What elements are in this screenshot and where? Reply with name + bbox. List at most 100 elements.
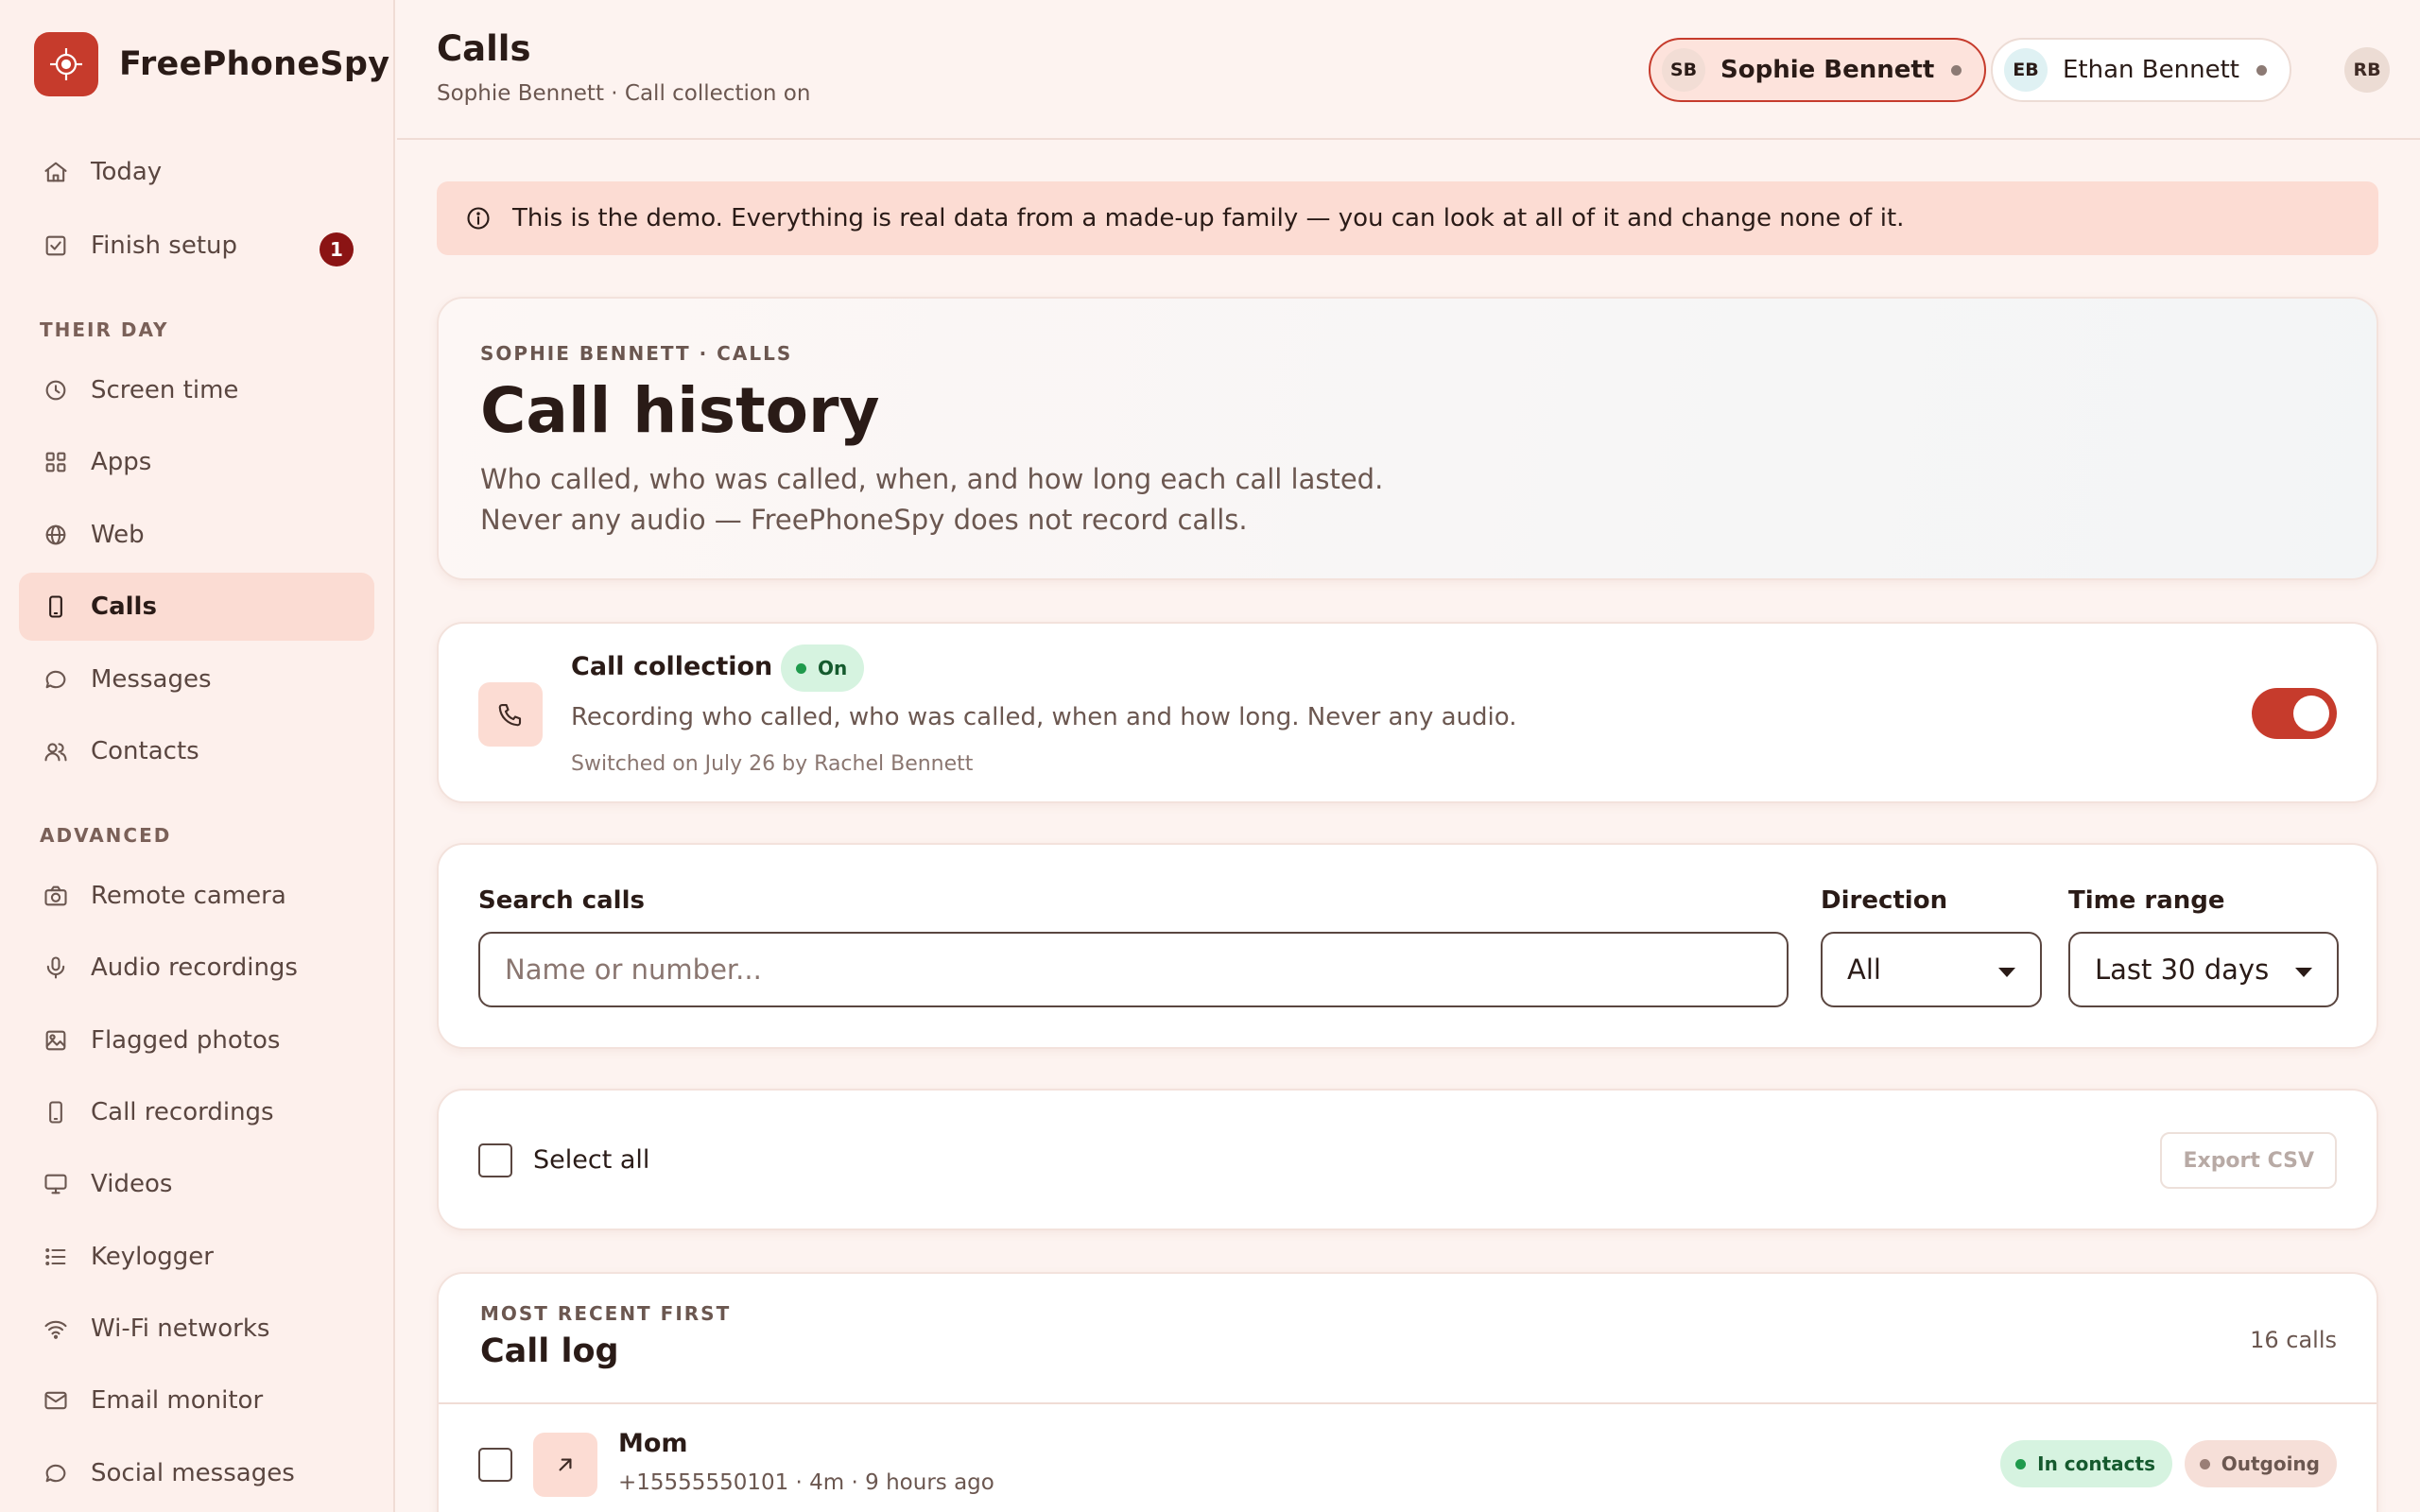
hero-description: Who called, who was called, when, and ho… (480, 463, 1384, 536)
status-dot (2015, 1458, 2027, 1469)
sidebar-item-label: Keylogger (91, 1243, 214, 1271)
sidebar-item-today[interactable]: Today (19, 138, 374, 206)
sidebar-item-messages[interactable]: Messages (19, 645, 374, 713)
filters-card: Search calls Direction All Time range La… (437, 843, 2378, 1049)
call-meta: +15555550101 · 4m · 9 hours ago (618, 1470, 994, 1495)
sidebar-item-label: Web (91, 521, 145, 549)
sidebar-item-wifi-networks[interactable]: Wi-Fi networks (19, 1295, 374, 1363)
sidebar-item-web[interactable]: Web (19, 501, 374, 569)
sidebar-item-keylogger[interactable]: Keylogger (19, 1223, 374, 1291)
time-range-value: Last 30 days (2095, 954, 2270, 986)
section-heading-their-day: THEIR DAY (40, 318, 169, 341)
sidebar-item-label: Today (91, 158, 163, 186)
chat-bubble-icon (42, 665, 70, 694)
status-badge: On (781, 644, 865, 692)
status-dot (2256, 64, 2267, 76)
call-collection-card: Call collection On Recording who called,… (437, 622, 2378, 803)
sidebar-item-label: Apps (91, 448, 152, 476)
page-title: Calls (437, 28, 531, 69)
selection-bar: Select all Export CSV (437, 1089, 2378, 1230)
collection-meta: Switched on July 26 by Rachel Bennett (571, 752, 974, 776)
person-name: Ethan Bennett (2063, 56, 2239, 84)
sidebar-item-screen-time[interactable]: Screen time (19, 356, 374, 424)
sidebar-item-label: Flagged photos (91, 1026, 281, 1055)
page-subtitle: Sophie Bennett · Call collection on (437, 81, 811, 106)
sidebar-item-label: Wi-Fi networks (91, 1314, 270, 1343)
person-switch-sophie[interactable]: SB Sophie Bennett (1649, 38, 1987, 102)
hero-card: SOPHIE BENNETT · CALLS Call history Who … (437, 297, 2378, 580)
sidebar-item-email-monitor[interactable]: Email monitor (19, 1366, 374, 1435)
avatar: SB (1662, 48, 1705, 92)
list-icon (42, 1243, 70, 1271)
direction-select[interactable]: All (1821, 932, 2042, 1007)
phone-icon (478, 682, 543, 747)
tag-label: Outgoing (2221, 1452, 2320, 1475)
direction-tag: Outgoing (2184, 1440, 2337, 1487)
mail-icon (42, 1386, 70, 1415)
chevron-down-icon (2295, 968, 2312, 977)
sidebar-item-label: Contacts (91, 737, 199, 765)
brand[interactable]: FreePhoneSpy (34, 32, 389, 96)
section-heading-advanced: ADVANCED (40, 824, 172, 847)
search-input[interactable] (478, 932, 1789, 1007)
person-name: Sophie Bennett (1720, 56, 1935, 84)
status-label: On (818, 657, 848, 679)
brand-name: FreePhoneSpy (119, 45, 390, 83)
monitor-icon (42, 1170, 70, 1198)
sidebar-item-label: Social messages (91, 1459, 295, 1487)
arrow-up-right-icon (533, 1433, 597, 1497)
sidebar: FreePhoneSpy Today Finish setup 1 THEIR … (0, 0, 395, 1512)
sidebar-item-calls[interactable]: Calls (19, 573, 374, 641)
sidebar-item-call-recordings[interactable]: Call recordings (19, 1078, 374, 1146)
time-range-label: Time range (2068, 886, 2225, 915)
globe-icon (42, 521, 70, 549)
hero-eyebrow: SOPHIE BENNETT · CALLS (480, 342, 793, 365)
direction-value: All (1847, 954, 1881, 986)
sidebar-item-social-messages[interactable]: Social messages (19, 1439, 374, 1507)
search-label: Search calls (478, 886, 645, 915)
row-checkbox[interactable] (478, 1448, 512, 1482)
call-contact-name: Mom (618, 1429, 688, 1458)
sidebar-item-label: Messages (91, 665, 212, 694)
call-count: 16 calls (2250, 1327, 2337, 1353)
sidebar-item-videos[interactable]: Videos (19, 1150, 374, 1218)
sidebar-item-audio-recordings[interactable]: Audio recordings (19, 934, 374, 1002)
top-header: Calls Sophie Bennett · Call collection o… (397, 0, 2420, 140)
call-log-title: Call log (480, 1332, 619, 1370)
avatar: EB (2004, 48, 2048, 92)
phone-device-icon (42, 1098, 70, 1126)
direction-label: Direction (1821, 886, 1948, 915)
call-collection-toggle[interactable] (2252, 688, 2337, 739)
checkbox-icon (42, 232, 70, 260)
grid-icon (42, 448, 70, 476)
camera-icon (42, 882, 70, 910)
select-all-checkbox[interactable] (478, 1143, 512, 1177)
people-icon (42, 737, 70, 765)
select-all-label[interactable]: Select all (533, 1145, 649, 1175)
sidebar-item-label: Audio recordings (91, 954, 298, 982)
image-icon (42, 1026, 70, 1055)
sidebar-item-label: Finish setup (91, 232, 237, 260)
info-icon (467, 207, 490, 230)
chevron-down-icon (1998, 968, 2015, 977)
sidebar-item-label: Calls (91, 593, 157, 621)
sidebar-item-flagged-photos[interactable]: Flagged photos (19, 1006, 374, 1074)
sidebar-item-label: Videos (91, 1170, 173, 1198)
sidebar-item-finish-setup[interactable]: Finish setup 1 (19, 212, 374, 280)
chat-bubble-icon (42, 1459, 70, 1487)
person-switch-ethan[interactable]: EB Ethan Bennett (1991, 38, 2291, 102)
sidebar-item-label: Screen time (91, 376, 239, 404)
sidebar-item-contacts[interactable]: Contacts (19, 717, 374, 785)
time-range-select[interactable]: Last 30 days (2068, 932, 2339, 1007)
sidebar-item-apps[interactable]: Apps (19, 428, 374, 496)
sidebar-item-label: Remote camera (91, 882, 286, 910)
demo-banner: This is the demo. Everything is real dat… (437, 181, 2378, 255)
sidebar-item-remote-camera[interactable]: Remote camera (19, 862, 374, 930)
sidebar-item-label: Email monitor (91, 1386, 264, 1415)
user-avatar[interactable]: RB (2344, 47, 2390, 93)
call-log-eyebrow: MOST RECENT FIRST (480, 1302, 732, 1325)
list-item[interactable]: Mom +15555550101 · 4m · 9 hours ago In c… (439, 1404, 2377, 1512)
export-csv-button[interactable]: Export CSV (2160, 1132, 2337, 1189)
tag-label: In contacts (2037, 1452, 2155, 1475)
status-dot (796, 662, 806, 674)
